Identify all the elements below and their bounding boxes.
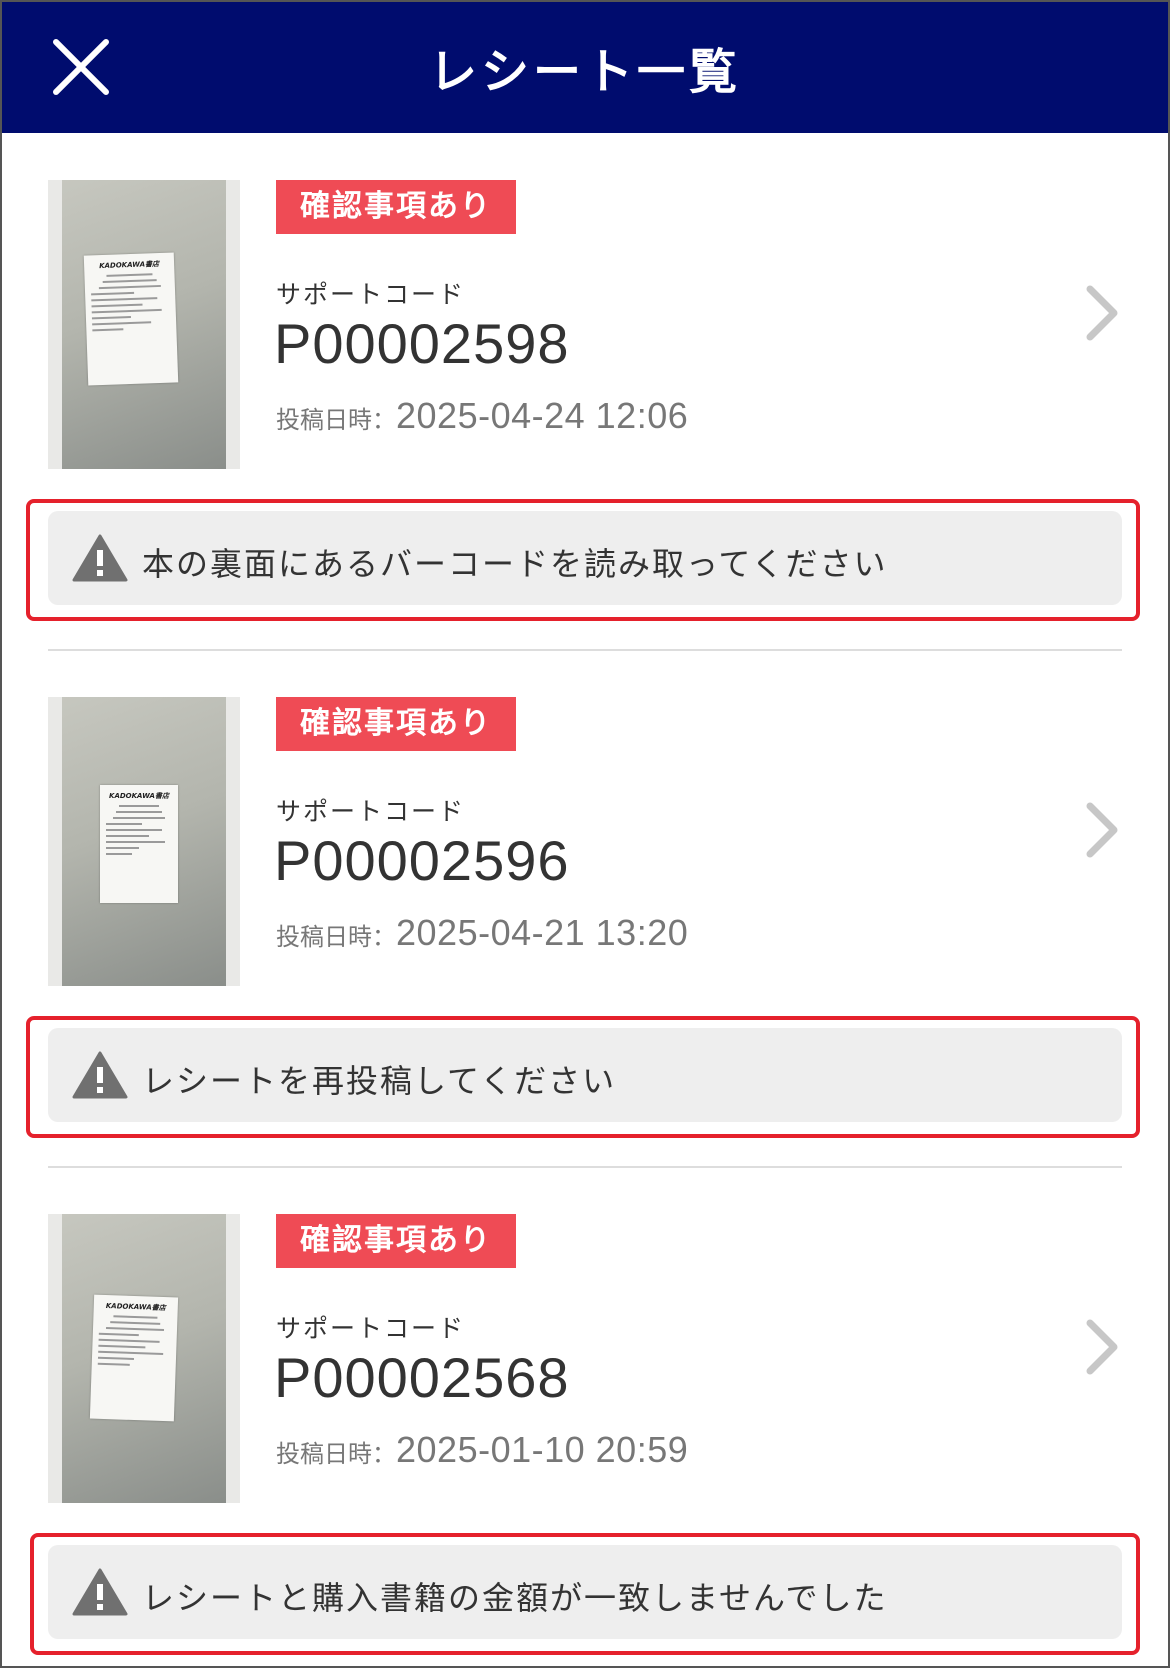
posted-date-row: 投稿日時：2025-04-21 13:20 xyxy=(276,912,688,954)
notice-text: 本の裏面にあるバーコードを読み取ってください xyxy=(142,545,888,583)
receipt-photo: KADOKAWA書店 xyxy=(62,180,226,469)
posted-date-value: 2025-04-21 13:20 xyxy=(396,912,689,953)
receipt-paper: KADOKAWA書店 xyxy=(89,1294,179,1422)
receipt-photo: KADOKAWA書店 xyxy=(62,1214,226,1503)
chevron-right-icon[interactable] xyxy=(1082,800,1122,860)
receipt-thumbnail[interactable]: KADOKAWA書店 xyxy=(48,180,240,469)
notice-message: 本の裏面にあるバーコードを読み取ってください xyxy=(48,511,1122,605)
header-bar: レシート一覧 xyxy=(0,0,1170,133)
posted-date-label: 投稿日時： xyxy=(276,406,396,434)
posted-date-value: 2025-01-10 20:59 xyxy=(396,1429,689,1470)
posted-date-label: 投稿日時： xyxy=(276,1440,396,1468)
receipt-thumbnail[interactable]: KADOKAWA書店 xyxy=(48,1214,240,1503)
notice-message: レシートと購入書籍の金額が一致しませんでした xyxy=(48,1545,1122,1639)
posted-date-row: 投稿日時：2025-04-24 12:06 xyxy=(276,395,688,437)
receipt-card[interactable]: KADOKAWA書店 確認事項あり サポートコード P00002568 投稿日時… xyxy=(0,1167,1170,1668)
receipt-thumbnail[interactable]: KADOKAWA書店 xyxy=(48,697,240,986)
support-code: P00002598 xyxy=(274,312,570,375)
notice-message: レシートを再投稿してください xyxy=(48,1028,1122,1122)
receipt-brand-text: KADOKAWA書店 xyxy=(109,792,169,800)
receipt-photo: KADOKAWA書店 xyxy=(62,697,226,986)
warning-icon xyxy=(72,1051,128,1099)
receipt-paper: KADOKAWA書店 xyxy=(83,252,179,386)
support-code-label: サポートコード xyxy=(276,1314,466,1343)
warning-icon xyxy=(72,534,128,582)
support-code: P00002568 xyxy=(274,1346,570,1409)
receipt-brand-text: KADOKAWA書店 xyxy=(99,259,160,271)
chevron-right-icon[interactable] xyxy=(1082,1317,1122,1377)
support-code-label: サポートコード xyxy=(276,280,466,309)
posted-date-value: 2025-04-24 12:06 xyxy=(396,395,689,436)
posted-date-row: 投稿日時：2025-01-10 20:59 xyxy=(276,1429,688,1471)
receipt-card[interactable]: KADOKAWA書店 確認事項あり サポートコード P00002598 投稿日時… xyxy=(0,133,1170,651)
receipt-paper: KADOKAWA書店 xyxy=(100,785,178,903)
warning-icon xyxy=(72,1568,128,1616)
page-title: レシート一覧 xyxy=(428,44,741,100)
notice-text: レシートと購入書籍の金額が一致しませんでした xyxy=(142,1579,888,1617)
support-code-label: サポートコード xyxy=(276,797,466,826)
receipt-card[interactable]: KADOKAWA書店 確認事項あり サポートコード P00002596 投稿日時… xyxy=(0,650,1170,1168)
notice-text: レシートを再投稿してください xyxy=(142,1062,617,1100)
status-badge: 確認事項あり xyxy=(276,697,516,751)
status-badge: 確認事項あり xyxy=(276,1214,516,1268)
status-badge: 確認事項あり xyxy=(276,180,516,234)
posted-date-label: 投稿日時： xyxy=(276,923,396,951)
chevron-right-icon[interactable] xyxy=(1082,283,1122,343)
support-code: P00002596 xyxy=(274,829,570,892)
receipt-brand-text: KADOKAWA書店 xyxy=(105,1301,166,1313)
